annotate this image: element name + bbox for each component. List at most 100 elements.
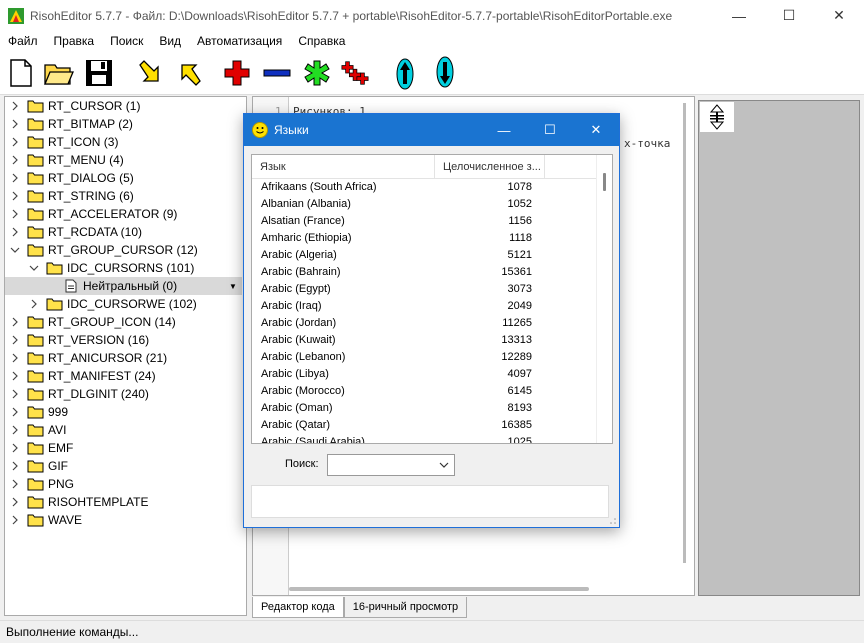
export-button[interactable] xyxy=(174,57,204,89)
tree-item[interactable]: RT_RCDATA (10) xyxy=(5,223,242,241)
chevron-right-icon[interactable] xyxy=(9,442,21,454)
chevron-right-icon[interactable] xyxy=(9,496,21,508)
tree-item[interactable]: RT_ANICURSOR (21) xyxy=(5,349,242,367)
chevron-right-icon[interactable] xyxy=(9,316,21,328)
menu-automation[interactable]: Автоматизация xyxy=(189,34,290,48)
minimize-button[interactable]: — xyxy=(714,0,764,31)
list-item[interactable]: Arabic (Lebanon) 12289 xyxy=(252,351,597,368)
chevron-right-icon[interactable] xyxy=(9,352,21,364)
tree-item[interactable]: Нейтральный (0) ▼ xyxy=(5,277,242,295)
menu-search[interactable]: Поиск xyxy=(102,34,151,48)
list-scroll-thumb[interactable] xyxy=(603,173,606,191)
chevron-right-icon[interactable] xyxy=(9,478,21,490)
save-button[interactable] xyxy=(84,57,114,89)
resize-grip-icon[interactable] xyxy=(609,517,617,525)
new-file-button[interactable] xyxy=(6,57,36,89)
chevron-right-icon[interactable] xyxy=(28,298,40,310)
chevron-right-icon[interactable] xyxy=(9,172,21,184)
search-combobox[interactable] xyxy=(327,454,455,476)
maximize-button[interactable]: ☐ xyxy=(764,0,814,31)
tree-item[interactable]: RT_GROUP_ICON (14) xyxy=(5,313,242,331)
delete-resource-button[interactable] xyxy=(262,57,292,89)
list-item[interactable]: Afrikaans (South Africa) 1078 xyxy=(252,181,597,198)
list-item[interactable]: Arabic (Iraq) 2049 xyxy=(252,300,597,317)
move-up-button[interactable] xyxy=(390,57,420,90)
tree-item[interactable]: RT_ICON (3) xyxy=(5,133,242,151)
resource-tree[interactable]: RT_CURSOR (1) RT_BITMAP (2) RT_ICON (3) RT_… xyxy=(4,96,247,616)
move-down-button[interactable] xyxy=(430,56,460,89)
tree-item[interactable]: RT_DLGINIT (240) xyxy=(5,385,242,403)
chevron-down-icon[interactable] xyxy=(28,262,40,274)
star-button[interactable] xyxy=(302,57,332,89)
chevron-right-icon[interactable] xyxy=(9,190,21,202)
column-header-language[interactable]: Язык xyxy=(252,155,435,178)
tree-item[interactable]: RISOHTEMPLATE xyxy=(5,493,242,511)
chevron-right-icon[interactable] xyxy=(9,100,21,112)
tree-item[interactable]: RT_STRING (6) xyxy=(5,187,242,205)
tree-item[interactable]: IDC_CURSORWE (102) xyxy=(5,295,242,313)
dialog-maximize-button[interactable]: ☐ xyxy=(527,114,573,146)
languages-list[interactable]: Язык Целочисленное з... Afrikaans (South… xyxy=(251,154,613,444)
editor-vertical-scrollbar[interactable] xyxy=(683,103,686,563)
list-item[interactable]: Arabic (Qatar) 16385 xyxy=(252,419,597,436)
tree-item[interactable]: GIF xyxy=(5,457,242,475)
list-item[interactable]: Arabic (Bahrain) 15361 xyxy=(252,266,597,283)
list-scrollbar[interactable] xyxy=(596,155,612,443)
dialog-minimize-button[interactable]: — xyxy=(481,114,527,146)
list-item[interactable]: Arabic (Saudi Arabia) 1025 xyxy=(252,436,597,443)
close-button[interactable]: ✕ xyxy=(814,0,864,31)
chevron-right-icon[interactable] xyxy=(9,460,21,472)
menu-help[interactable]: Справка xyxy=(290,34,353,48)
menu-file[interactable]: Файл xyxy=(0,34,46,48)
list-item[interactable]: Arabic (Jordan) 11265 xyxy=(252,317,597,334)
chevron-right-icon[interactable] xyxy=(9,334,21,346)
chevron-right-icon[interactable] xyxy=(9,154,21,166)
list-item[interactable]: Arabic (Morocco) 6145 xyxy=(252,385,597,402)
list-item[interactable]: Arabic (Egypt) 3073 xyxy=(252,283,597,300)
tree-item[interactable]: RT_GROUP_CURSOR (12) xyxy=(5,241,242,259)
tree-item[interactable]: AVI xyxy=(5,421,242,439)
copy-resource-button[interactable] xyxy=(340,57,370,89)
tree-item[interactable]: 999 xyxy=(5,403,242,421)
tree-item[interactable]: RT_DIALOG (5) xyxy=(5,169,242,187)
chevron-right-icon[interactable] xyxy=(9,424,21,436)
tab-hex-view[interactable]: 16-ричный просмотр xyxy=(343,597,468,618)
tree-item[interactable]: RT_BITMAP (2) xyxy=(5,115,242,133)
list-item[interactable]: Arabic (Oman) 8193 xyxy=(252,402,597,419)
chevron-right-icon[interactable] xyxy=(9,388,21,400)
list-item[interactable]: Arabic (Kuwait) 13313 xyxy=(252,334,597,351)
tree-item[interactable]: RT_ACCELERATOR (9) xyxy=(5,205,242,223)
chevron-right-icon[interactable] xyxy=(9,226,21,238)
tree-item[interactable]: IDC_CURSORNS (101) xyxy=(5,259,242,277)
column-header-integer-value[interactable]: Целочисленное з... xyxy=(435,155,545,178)
list-item[interactable]: Albanian (Albania) 1052 xyxy=(252,198,597,215)
tree-item[interactable]: RT_CURSOR (1) xyxy=(5,97,242,115)
chevron-right-icon[interactable] xyxy=(9,370,21,382)
tree-item[interactable]: WAVE xyxy=(5,511,242,529)
menu-view[interactable]: Вид xyxy=(151,34,189,48)
editor-horizontal-scrollbar[interactable] xyxy=(289,587,589,591)
add-red-plus-icon xyxy=(224,60,250,86)
chevron-right-icon[interactable] xyxy=(9,136,21,148)
add-resource-button[interactable] xyxy=(222,57,252,89)
tab-code-editor[interactable]: Редактор кода xyxy=(252,597,344,618)
list-item[interactable]: Arabic (Algeria) 5121 xyxy=(252,249,597,266)
list-item[interactable]: Amharic (Ethiopia) 1118 xyxy=(252,232,597,249)
tree-item[interactable]: RT_VERSION (16) xyxy=(5,331,242,349)
tree-item[interactable]: RT_MANIFEST (24) xyxy=(5,367,242,385)
import-button[interactable] xyxy=(136,57,166,89)
chevron-right-icon[interactable] xyxy=(9,514,21,526)
tree-item-dropdown-icon[interactable]: ▼ xyxy=(226,279,240,293)
list-item[interactable]: Arabic (Libya) 4097 xyxy=(252,368,597,385)
dialog-close-button[interactable]: ✕ xyxy=(573,114,619,146)
open-button[interactable] xyxy=(44,57,74,89)
chevron-right-icon[interactable] xyxy=(9,208,21,220)
chevron-right-icon[interactable] xyxy=(9,406,21,418)
chevron-right-icon[interactable] xyxy=(9,118,21,130)
chevron-down-icon[interactable] xyxy=(9,244,21,256)
list-item[interactable]: Alsatian (France) 1156 xyxy=(252,215,597,232)
tree-item[interactable]: EMF xyxy=(5,439,242,457)
tree-item[interactable]: RT_MENU (4) xyxy=(5,151,242,169)
tree-item[interactable]: PNG xyxy=(5,475,242,493)
menu-edit[interactable]: Правка xyxy=(46,34,103,48)
